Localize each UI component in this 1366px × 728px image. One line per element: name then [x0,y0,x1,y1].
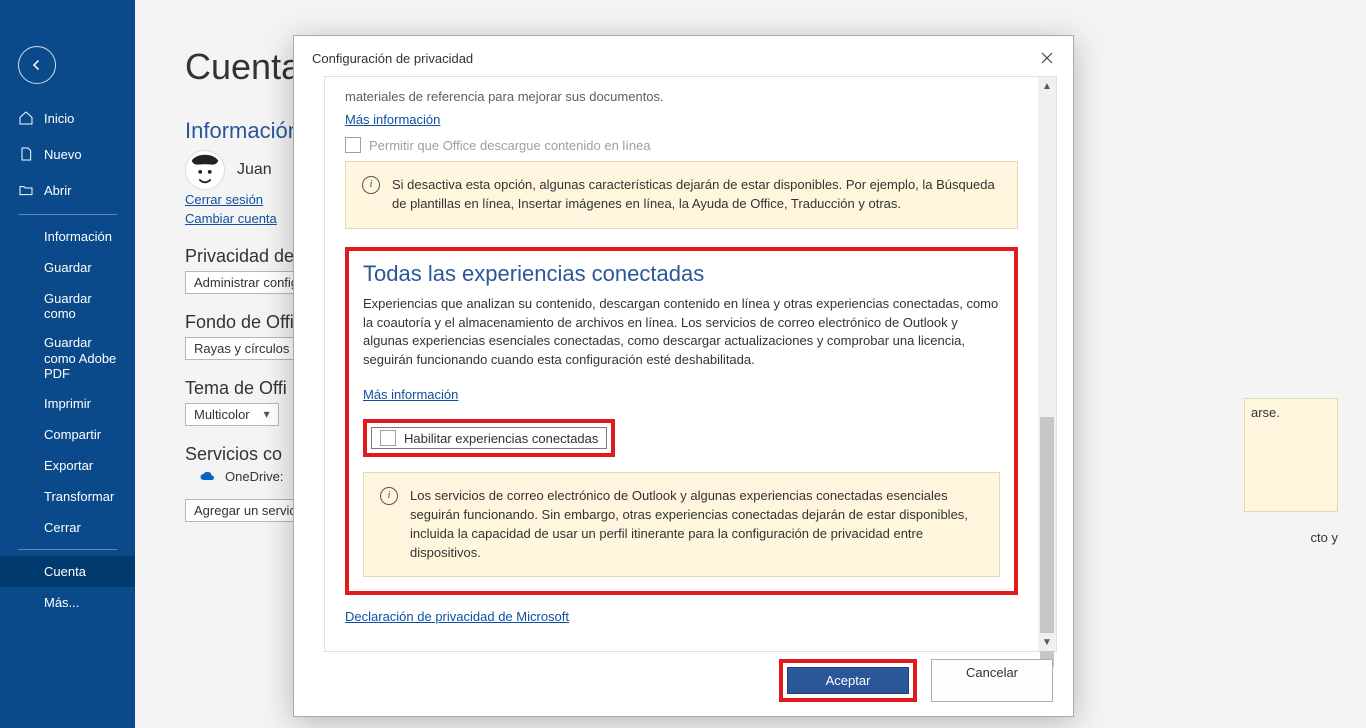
nav-open-label: Abrir [44,183,71,198]
user-avatar[interactable] [185,150,225,190]
user-name: Juan [237,161,272,179]
scroll-up-icon[interactable]: ▲ [1038,77,1056,95]
nav-new-label: Nuevo [44,147,82,162]
warning-box-2: i Los servicios de correo electrónico de… [363,472,1000,577]
dialog-footer: Aceptar Cancelar [294,659,1073,702]
fragment-text2: cto y [1311,530,1338,545]
dialog-scroll-area: materiales de referencia para mejorar su… [325,77,1038,651]
word-backstage-window: Documento1 - Word — ▢ ✕ Inicio [0,0,1366,728]
dialog-title: Configuración de privacidad [312,51,473,66]
dialog-body: materiales de referencia para mejorar su… [324,76,1057,652]
nav-separator [18,214,117,215]
nav-close[interactable]: Cerrar [0,512,135,543]
partial-previous-text: materiales de referencia para mejorar su… [345,89,1018,104]
nav-separator2 [18,549,117,550]
dialog-close-button[interactable] [1033,46,1061,70]
nav-home-label: Inicio [44,111,74,126]
background-infobox-fragment: arse. [1244,398,1338,512]
enable-connected-checkbox[interactable] [380,430,396,446]
nav-open[interactable]: Abrir [0,172,135,208]
enable-connected-label: Habilitar experiencias conectadas [404,431,598,446]
privacy-settings-dialog: Configuración de privacidad materiales d… [293,35,1074,717]
nav-save[interactable]: Guardar [0,252,135,283]
enable-connected-callout: Habilitar experiencias conectadas [363,419,615,457]
onedrive-label: OneDrive: [225,469,284,484]
switch-account-link[interactable]: Cambiar cuenta [185,211,277,226]
connected-experiences-heading: Todas las experiencias conectadas [363,261,1000,287]
nav-share[interactable]: Compartir [0,419,135,450]
nav-account[interactable]: Cuenta [0,556,135,587]
sign-out-link[interactable]: Cerrar sesión [185,192,263,207]
nav-home[interactable]: Inicio [0,100,135,136]
scroll-thumb[interactable] [1040,417,1054,667]
onedrive-icon [199,471,217,483]
nav-save-as-pdf[interactable]: Guardar como Adobe PDF [0,329,135,388]
ok-button-callout: Aceptar [779,659,917,702]
nav-more[interactable]: Más... [0,587,135,618]
back-button[interactable] [18,46,56,84]
allow-download-row: Permitir que Office descargue contenido … [345,137,1018,153]
ok-button[interactable]: Aceptar [787,667,909,694]
cancel-button[interactable]: Cancelar [931,659,1053,702]
connected-experiences-text: Experiencias que analizan su contenido, … [363,295,1000,370]
nav-transform[interactable]: Transformar [0,481,135,512]
enable-connected-checkbox-row[interactable]: Habilitar experiencias conectadas [371,427,607,449]
nav-export[interactable]: Exportar [0,450,135,481]
backstage-sidebar: Inicio Nuevo Abrir Información Guardar G… [0,0,135,728]
scroll-down-icon[interactable]: ▼ [1038,633,1056,651]
vertical-scrollbar[interactable]: ▲ ▼ [1038,77,1056,651]
info-icon: i [380,487,398,505]
theme-select[interactable]: Multicolor [185,403,279,426]
connected-experiences-section: Todas las experiencias conectadas Experi… [345,247,1018,596]
more-info-link-2[interactable]: Más información [363,387,458,402]
info-icon: i [362,176,380,194]
nav-new[interactable]: Nuevo [0,136,135,172]
nav-print[interactable]: Imprimir [0,388,135,419]
nav-save-as[interactable]: Guardar como [0,283,135,329]
warning2-text: Los servicios de correo electrónico de O… [410,488,968,560]
warning-box-1: i Si desactiva esta opción, algunas cara… [345,161,1018,229]
more-info-link-1[interactable]: Más información [345,112,440,127]
nav-info[interactable]: Información [0,221,135,252]
allow-download-label: Permitir que Office descargue contenido … [369,138,651,153]
allow-download-checkbox[interactable] [345,137,361,153]
warning1-text: Si desactiva esta opción, algunas caract… [392,177,995,211]
dialog-header: Configuración de privacidad [294,36,1073,78]
privacy-statement-link[interactable]: Declaración de privacidad de Microsoft [345,609,569,624]
fragment-text: arse. [1251,405,1280,420]
